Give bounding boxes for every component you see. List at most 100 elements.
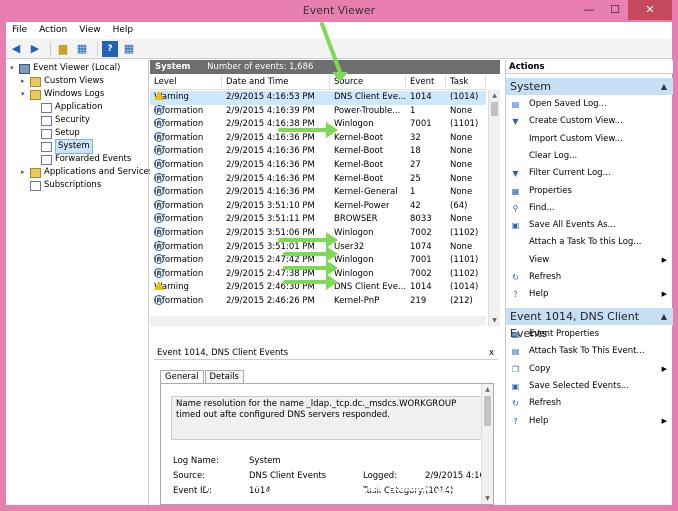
action-pane-icon[interactable]: ▦ [121, 41, 137, 57]
action-filter-current-log[interactable]: ▼ Filter Current Log... [506, 166, 673, 181]
menu-action[interactable]: Action [33, 25, 73, 35]
log-icon [41, 102, 52, 113]
expander-icon[interactable]: ▸ [21, 75, 30, 88]
action-view[interactable]: View ▶ [506, 253, 673, 268]
scroll-thumb[interactable] [491, 102, 498, 116]
table-row[interactable]: i Information 2/9/2015 4:16:36 PM Kernel-Bo… [150, 145, 486, 159]
expander-icon[interactable]: ▾ [21, 88, 30, 101]
tree-item-security[interactable]: Security [32, 114, 90, 127]
tree-item-application[interactable]: Application [32, 101, 103, 114]
source-label: Source: [173, 471, 206, 481]
action-import-custom-view[interactable]: Import Custom View... [506, 132, 673, 147]
information-icon: i [154, 131, 164, 142]
tab-general[interactable]: General [160, 370, 204, 384]
table-row[interactable]: Warning 2/9/2015 2:46:30 PM DNS Client Eve… [150, 281, 486, 295]
tree-item-label: Custom Views [44, 76, 104, 86]
table-row[interactable]: i Information 2/9/2015 4:16:36 PM Kernel-Bo… [150, 131, 486, 146]
help-icon[interactable]: ? [102, 40, 118, 57]
action-label: Properties [529, 185, 572, 196]
navigation-tree: ▾ Event Viewer (Local) ▸ Custom Views ▾ Windo… [6, 60, 166, 505]
action-properties[interactable]: ▦ Properties [506, 184, 673, 199]
table-row[interactable]: i Information 2/9/2015 4:16:38 PM Winlogon 7… [150, 118, 486, 132]
table-row[interactable]: i Information 2/9/2015 3:51:06 PM Winlogon 7… [150, 227, 486, 241]
action-save-all-events-as[interactable]: ▣ Save All Events As... [506, 218, 673, 233]
table-row[interactable]: i Information 2/9/2015 2:47:38 PM Winlogon 7… [150, 267, 486, 282]
scroll-thumb[interactable] [484, 396, 491, 426]
collapse-icon[interactable]: ▲ [661, 78, 667, 95]
cell-task: (1102) [450, 268, 479, 279]
scroll-down-icon[interactable]: ▼ [482, 493, 493, 504]
show-hide-tree-icon[interactable]: ▦ [74, 41, 90, 57]
action-find[interactable]: ⚲ Find... [506, 201, 673, 216]
action-clear-log[interactable]: Clear Log... [506, 149, 673, 164]
level-cell: i Information [154, 172, 203, 187]
horizontal-scrollbar[interactable] [150, 316, 486, 326]
tree-item-subscriptions[interactable]: Subscriptions [21, 179, 101, 192]
action-open-saved-log[interactable]: ▤ Open Saved Log... [506, 97, 673, 112]
expander-icon[interactable]: ▾ [10, 62, 19, 75]
action-help[interactable]: ? Help ▶ [506, 287, 673, 302]
column-task[interactable]: Task C... [446, 75, 486, 102]
table-row[interactable]: i Information 2/9/2015 4:16:36 PM Kernel-Bo… [150, 159, 486, 173]
tree-item-applications-and-services-lo[interactable]: ▸ Applications and Services Lo [21, 166, 166, 179]
column-level[interactable]: Level [150, 75, 222, 90]
collapse-icon[interactable]: ▲ [661, 308, 667, 325]
scroll-up-icon[interactable]: ▲ [482, 384, 493, 395]
action-refresh[interactable]: ↻ Refresh [506, 270, 673, 285]
column-date[interactable]: Date and Time [222, 75, 330, 90]
column-event-id[interactable]: Event ID [406, 75, 446, 102]
table-row[interactable]: i Information 2/9/2015 4:16:36 PM Kernel-Bo… [150, 172, 486, 187]
action-refresh[interactable]: ↻ Refresh [506, 396, 673, 411]
action-event-properties[interactable]: ▦ Event Properties [506, 327, 673, 342]
cell-date: 2/9/2015 2:46:26 PM [226, 296, 315, 306]
action-copy[interactable]: ❐ Copy ▶ [506, 362, 673, 377]
back-arrow-icon[interactable]: ◀ [8, 41, 24, 57]
cell-source: Kernel-Boot [334, 132, 384, 143]
cell-date: 2/9/2015 3:51:10 PM [226, 200, 315, 211]
event-list-scrollbar[interactable]: ▲ ▼ [488, 90, 500, 326]
warning-icon [154, 281, 164, 291]
tree-item-custom-views[interactable]: ▸ Custom Views [21, 75, 104, 88]
expander-icon[interactable]: ▸ [21, 166, 30, 179]
table-row[interactable]: i Information 2/9/2015 3:51:01 PM User32 107… [150, 240, 486, 255]
forward-arrow-icon[interactable]: ▶ [27, 41, 43, 57]
watermark-left: TOSINSO.COM [10, 481, 125, 496]
tree-item-windows-logs[interactable]: ▾ Windows Logs [21, 88, 104, 101]
maximize-button[interactable]: ☐ [602, 0, 628, 20]
close-button[interactable]: ✕ [628, 0, 672, 20]
table-row[interactable]: i Information 2/9/2015 2:47:42 PM Winlogon 7… [150, 254, 486, 268]
table-row[interactable]: i Information 2/9/2015 3:51:10 PM Kernel-Po… [150, 199, 486, 214]
table-row[interactable]: i Information 2/9/2015 3:51:11 PM BROWSER 80… [150, 213, 486, 227]
column-source[interactable]: Source [330, 75, 406, 90]
cell-date: 2/9/2015 4:16:36 PM [226, 132, 315, 143]
section-title: System [510, 80, 552, 93]
actions-section-event[interactable]: Event 1014, DNS Client Events ▲ [506, 308, 673, 340]
up-folder-icon[interactable]: ▆ [55, 41, 71, 57]
menu-help[interactable]: Help [107, 25, 140, 35]
center-pane: System Number of events: 1,686 Level Dat… [150, 60, 500, 505]
detail-close-icon[interactable]: x [489, 346, 494, 360]
level-cell: i Information [154, 199, 203, 214]
tab-details[interactable]: Details [204, 370, 244, 384]
menu-view[interactable]: View [73, 25, 106, 35]
table-row[interactable]: Warning 2/9/2015 4:16:53 PM DNS Client Eve… [150, 91, 486, 105]
action-create-custom-view[interactable]: ▼ Create Custom View... [506, 114, 673, 129]
log-icon [41, 141, 52, 152]
tree-item-forwarded-events[interactable]: Forwarded Events [32, 153, 131, 166]
table-row[interactable]: i Information 2/9/2015 4:16:39 PM Power-Tro… [150, 104, 486, 119]
action-attach-a-task-to-this-log[interactable]: Attach a Task To this Log... [506, 235, 673, 250]
tree-item-system[interactable]: System [32, 139, 93, 154]
tree-item-event-viewer-local[interactable]: ▾ Event Viewer (Local) [10, 62, 120, 75]
menu-file[interactable]: File [6, 25, 33, 35]
action-attach-task-to-this-event[interactable]: ▤ Attach Task To This Event... [506, 344, 673, 359]
table-row[interactable]: i Information 2/9/2015 2:46:26 PM Kernel-Pn… [150, 295, 486, 309]
action-help[interactable]: ? Help ▶ [506, 414, 673, 429]
action-save-selected-events[interactable]: ▣ Save Selected Events... [506, 379, 673, 394]
minimize-button[interactable]: — [576, 0, 602, 20]
actions-section-system[interactable]: System ▲ [506, 78, 673, 95]
detail-tabs: General Details [160, 370, 245, 384]
scroll-up-icon[interactable]: ▲ [489, 90, 500, 101]
detail-scrollbar[interactable]: ▲ ▼ [481, 384, 493, 504]
scroll-down-icon[interactable]: ▼ [489, 315, 500, 326]
table-row[interactable]: i Information 2/9/2015 4:16:36 PM Kernel-Ge… [150, 186, 486, 200]
